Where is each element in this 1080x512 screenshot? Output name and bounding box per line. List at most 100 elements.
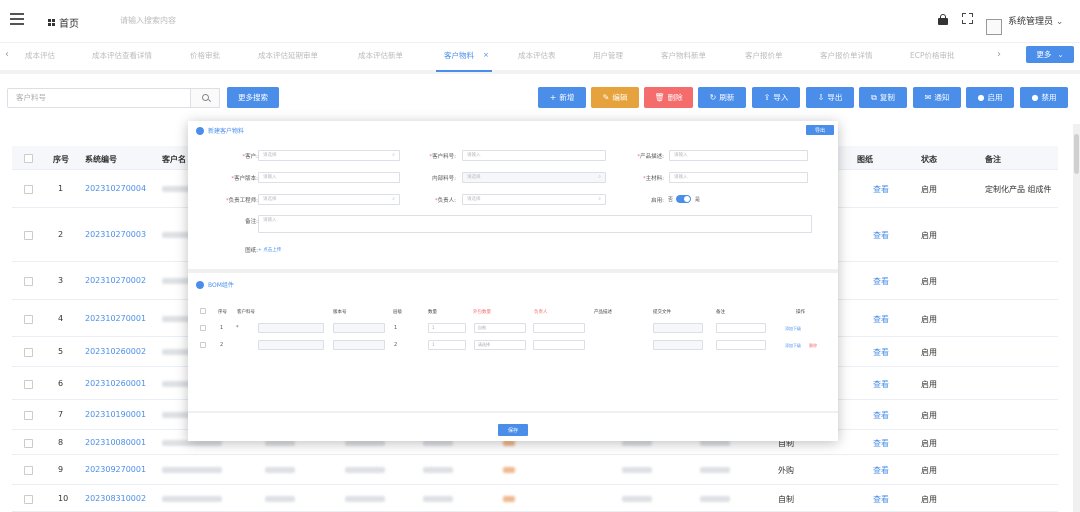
process-engineer-select[interactable]: 请选择 ⌕ bbox=[258, 194, 400, 205]
user-menu[interactable]: 系统管理员 ⌄ bbox=[1008, 14, 1063, 27]
toolbar-button[interactable]: ⧉ 复制 bbox=[859, 87, 907, 108]
toolbar-button[interactable]: 🗑 删除 bbox=[644, 87, 693, 108]
global-search-input[interactable]: 请输入搜索内容 bbox=[120, 15, 176, 26]
row-checkbox[interactable] bbox=[24, 411, 33, 420]
customer-version-input[interactable]: 请输入 bbox=[258, 172, 400, 183]
bom-qty-input[interactable]: 1 bbox=[428, 323, 466, 333]
menu-toggle-icon[interactable] bbox=[10, 13, 24, 25]
owner-select[interactable]: 请选择 ⌕ bbox=[462, 194, 606, 205]
tab-item[interactable]: 成本评估查看详情 bbox=[92, 50, 152, 61]
bom-outsource-select[interactable]: 自制 bbox=[474, 323, 526, 333]
tabs-scroll-left-icon[interactable]: ‹ bbox=[5, 49, 9, 60]
row-checkbox[interactable] bbox=[24, 231, 33, 240]
view-drawing-link[interactable]: 查看 bbox=[873, 379, 889, 390]
internal-part-no-select[interactable]: 请选择 ⌕ bbox=[462, 172, 606, 183]
bom-row-checkbox[interactable] bbox=[200, 342, 206, 348]
product-spec-input[interactable]: 请输入 bbox=[669, 150, 808, 161]
scrollbar[interactable] bbox=[1073, 124, 1080, 512]
fullscreen-icon[interactable] bbox=[962, 13, 973, 24]
tab-item[interactable]: 客户物料 bbox=[436, 50, 492, 72]
row-checkbox[interactable] bbox=[24, 314, 33, 324]
tab-item[interactable]: 成本评估表 bbox=[518, 50, 556, 61]
tab-item[interactable]: 成本评估新单 bbox=[358, 50, 403, 61]
row-checkbox[interactable] bbox=[24, 277, 33, 286]
view-drawing-link[interactable]: 查看 bbox=[873, 465, 889, 476]
upload-drawing-link[interactable]: + 点击上传 bbox=[258, 247, 281, 253]
bom-owner-select[interactable] bbox=[533, 323, 585, 333]
customer-select[interactable]: 请选择 ⌕ bbox=[258, 150, 400, 161]
row-code-link[interactable]: 202310270002 bbox=[85, 276, 146, 285]
toolbar-button[interactable]: ⇪ 导入 bbox=[752, 87, 800, 108]
bom-remark-input[interactable] bbox=[716, 340, 766, 350]
view-drawing-link[interactable]: 查看 bbox=[873, 410, 889, 421]
row-code-link[interactable]: 202310190001 bbox=[85, 410, 146, 419]
bom-qty-input[interactable]: 1 bbox=[428, 340, 466, 350]
bom-version-input[interactable] bbox=[333, 340, 385, 350]
row-checkbox[interactable] bbox=[24, 438, 33, 448]
row-code-link[interactable]: 202310270003 bbox=[85, 230, 146, 239]
row-code-link[interactable]: 202309270001 bbox=[85, 465, 146, 474]
bom-op-link[interactable]: 添加下级 bbox=[785, 343, 801, 349]
row-code-link[interactable]: 202308310002 bbox=[85, 494, 146, 503]
enabled-toggle[interactable] bbox=[676, 195, 691, 203]
toolbar-button[interactable]: + 新增 bbox=[538, 87, 586, 108]
select-all-checkbox[interactable] bbox=[24, 154, 33, 163]
toolbar-button[interactable]: ⇩ 导出 bbox=[806, 87, 854, 108]
bom-op-link[interactable]: 添加下级 bbox=[785, 326, 801, 332]
close-tab-icon[interactable]: × bbox=[483, 51, 489, 59]
bom-part-no-input[interactable] bbox=[258, 323, 324, 333]
view-drawing-link[interactable]: 查看 bbox=[873, 276, 889, 287]
row-code-link[interactable]: 202310260001 bbox=[85, 379, 146, 388]
avatar[interactable] bbox=[986, 19, 1002, 35]
search-button[interactable] bbox=[190, 88, 220, 108]
main-material-input[interactable]: 请输入 bbox=[669, 172, 808, 183]
tabs-scroll-right-icon[interactable]: › bbox=[997, 49, 1001, 60]
row-checkbox[interactable] bbox=[24, 379, 33, 389]
view-drawing-link[interactable]: 查看 bbox=[873, 494, 889, 505]
bom-remark-input[interactable] bbox=[716, 323, 766, 333]
view-drawing-link[interactable]: 查看 bbox=[873, 347, 889, 358]
toolbar-button[interactable]: ↻ 刷新 bbox=[698, 87, 746, 108]
more-search-button[interactable]: 更多搜索 bbox=[227, 87, 279, 108]
row-code-link[interactable]: 202310260002 bbox=[85, 347, 146, 356]
part-no-search-input[interactable]: 客户料号 bbox=[7, 88, 191, 108]
row-code-link[interactable]: 202310080001 bbox=[85, 438, 146, 447]
row-checkbox[interactable] bbox=[24, 185, 33, 194]
row-checkbox[interactable] bbox=[24, 494, 33, 504]
tab-item[interactable]: 客户报价单 bbox=[745, 50, 783, 61]
customer-part-no-input[interactable]: 请输入 bbox=[462, 150, 606, 161]
save-button[interactable]: 保存 bbox=[498, 424, 528, 436]
tab-item[interactable]: 客户物料新单 bbox=[661, 50, 706, 61]
toolbar-button[interactable]: ✎ 编辑 bbox=[591, 87, 639, 108]
bom-op-link[interactable]: 删除 bbox=[809, 343, 817, 349]
bom-file-select[interactable] bbox=[653, 340, 703, 350]
tab-item[interactable]: 客户报价单详情 bbox=[820, 50, 873, 61]
toolbar-button[interactable]: ● 禁用 bbox=[1020, 87, 1068, 108]
tab-item[interactable]: ECP价格审批 bbox=[910, 50, 955, 61]
view-drawing-link[interactable]: 查看 bbox=[873, 314, 889, 325]
bom-row-checkbox[interactable] bbox=[200, 325, 206, 331]
view-drawing-link[interactable]: 查看 bbox=[873, 184, 889, 195]
toolbar-button[interactable]: ● 启用 bbox=[966, 87, 1014, 108]
more-tabs-button[interactable]: 更多 ⌄ bbox=[1026, 46, 1074, 63]
bom-part-no-input[interactable] bbox=[258, 340, 324, 350]
row-code-link[interactable]: 202310270004 bbox=[85, 184, 146, 193]
tab-item[interactable]: 用户管理 bbox=[593, 50, 623, 61]
tab-item[interactable]: 价格审批 bbox=[190, 50, 220, 61]
tab-item[interactable]: 成本评估延期审单 bbox=[258, 50, 318, 61]
tab-item[interactable]: 成本评估 bbox=[25, 50, 55, 61]
row-checkbox[interactable] bbox=[24, 348, 33, 357]
bom-file-select[interactable] bbox=[653, 323, 703, 333]
home-link[interactable]: 首页 bbox=[48, 15, 79, 30]
lock-icon[interactable] bbox=[938, 14, 948, 25]
view-drawing-link[interactable]: 查看 bbox=[873, 438, 889, 449]
export-button[interactable]: 导出 bbox=[806, 125, 834, 135]
bom-owner-select[interactable] bbox=[533, 340, 585, 350]
view-drawing-link[interactable]: 查看 bbox=[873, 230, 889, 241]
bom-outsource-select[interactable]: 请选择 bbox=[474, 340, 526, 350]
bom-version-input[interactable] bbox=[333, 323, 385, 333]
remark-textarea[interactable]: 请输入 bbox=[258, 215, 812, 233]
row-code-link[interactable]: 202310270001 bbox=[85, 314, 146, 323]
toolbar-button[interactable]: ✉ 通知 bbox=[913, 87, 961, 108]
bom-select-all-checkbox[interactable] bbox=[200, 308, 206, 314]
